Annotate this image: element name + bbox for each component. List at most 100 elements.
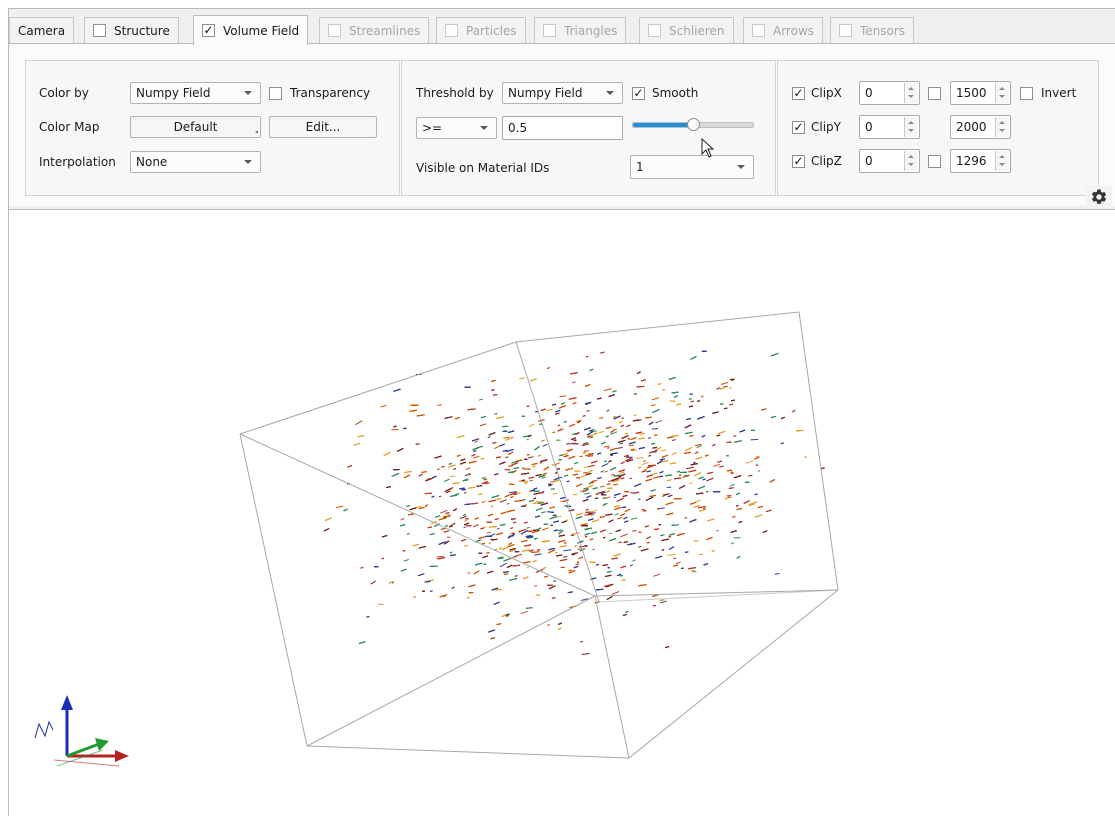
- settings-button[interactable]: [1086, 186, 1112, 208]
- tab-label: Particles: [466, 24, 517, 38]
- clipx-max-checkbox[interactable]: [928, 87, 941, 100]
- clipx-checkbox[interactable]: ✓: [792, 87, 805, 100]
- smooth-checkbox[interactable]: ✓: [632, 87, 645, 100]
- transparency-label: Transparency: [290, 86, 370, 100]
- invert-label: Invert: [1041, 86, 1076, 100]
- tab-camera[interactable]: Camera: [9, 17, 74, 43]
- clipz-max-spinbox[interactable]: 1296: [950, 149, 1011, 173]
- clipy-max-spinbox[interactable]: 2000: [950, 115, 1011, 139]
- tab-label: Tensors: [860, 24, 905, 38]
- spin-arrows[interactable]: [995, 151, 1009, 171]
- interpolation-value: None: [136, 155, 167, 169]
- clipx-min-spinbox[interactable]: 0: [859, 81, 920, 105]
- slider-handle[interactable]: [687, 118, 700, 131]
- color-by-value: Numpy Field: [136, 86, 211, 100]
- tab-label: Triangles: [564, 24, 617, 38]
- material-ids-value: 1: [636, 160, 644, 174]
- clipx-min-value: 0: [865, 86, 873, 100]
- spin-arrows[interactable]: [995, 117, 1009, 137]
- clipz-min-value: 0: [865, 154, 873, 168]
- clipz-checkbox[interactable]: ✓: [792, 155, 805, 168]
- volume-render: [9, 210, 1115, 817]
- clipx-label: ClipX: [811, 86, 842, 100]
- spin-arrows[interactable]: [904, 151, 918, 171]
- render-viewport[interactable]: [9, 209, 1115, 816]
- tab-label: Structure: [114, 24, 170, 38]
- operator-value: >=: [422, 121, 442, 135]
- color-map-value: Default: [174, 120, 218, 134]
- tab-particles[interactable]: Particles: [436, 17, 526, 43]
- tab-volume-field[interactable]: ✓ Volume Field: [193, 15, 308, 45]
- chevron-down-icon: [606, 91, 614, 95]
- spin-arrows[interactable]: [904, 83, 918, 103]
- tab-label: Arrows: [773, 24, 814, 38]
- interpolation-select[interactable]: None: [130, 151, 261, 173]
- color-group: Color by Numpy Field Transparency Color …: [25, 60, 400, 196]
- invert-checkbox[interactable]: [1020, 87, 1033, 100]
- slider-fill: [633, 123, 693, 127]
- dropdown-corner-icon: [255, 131, 258, 134]
- tab-label: Streamlines: [349, 24, 420, 38]
- smooth-label: Smooth: [652, 86, 698, 100]
- threshold-value: 0.5: [508, 121, 527, 135]
- clipx-max-value: 1500: [956, 86, 987, 100]
- clip-group: ✓ ClipX 0 1500 Invert ✓ ClipY 0 2000 ✓ C…: [777, 60, 1099, 196]
- material-ids-select[interactable]: 1: [630, 155, 754, 179]
- threshold-value-input[interactable]: 0.5: [502, 116, 623, 140]
- clipz-min-spinbox[interactable]: 0: [859, 149, 920, 173]
- tab-checkbox[interactable]: [445, 24, 458, 37]
- chevron-down-icon: [480, 126, 488, 130]
- gear-icon: [1090, 188, 1108, 206]
- clipz-max-checkbox[interactable]: [928, 155, 941, 168]
- clipx-max-spinbox[interactable]: 1500: [950, 81, 1011, 105]
- chevron-down-icon: [244, 160, 252, 164]
- tab-bar: Camera Structure ✓ Volume Field Streamli…: [9, 9, 1114, 42]
- tab-checkbox[interactable]: [648, 24, 661, 37]
- tab-streamlines[interactable]: Streamlines: [319, 17, 429, 43]
- clipy-max-value: 2000: [956, 120, 987, 134]
- color-by-select[interactable]: Numpy Field: [130, 82, 261, 104]
- tab-label: Schlieren: [669, 24, 725, 38]
- tab-label: Volume Field: [223, 24, 299, 38]
- mouse-pointer-icon: [701, 138, 717, 160]
- threshold-group: Threshold by Numpy Field ✓ Smooth >= 0.5…: [401, 60, 776, 196]
- tab-checkbox[interactable]: [543, 24, 556, 37]
- threshold-by-label: Threshold by: [416, 86, 494, 100]
- threshold-by-select[interactable]: Numpy Field: [502, 82, 623, 104]
- tab-checkbox[interactable]: [752, 24, 765, 37]
- color-by-label: Color by: [39, 86, 89, 100]
- tab-checkbox[interactable]: [839, 24, 852, 37]
- operator-select[interactable]: >=: [416, 117, 497, 139]
- color-map-button[interactable]: Default: [130, 116, 261, 138]
- clipy-min-value: 0: [865, 120, 873, 134]
- tab-tensors[interactable]: Tensors: [830, 17, 914, 43]
- threshold-by-value: Numpy Field: [508, 86, 583, 100]
- interpolation-label: Interpolation: [39, 155, 116, 169]
- spin-arrows[interactable]: [995, 83, 1009, 103]
- clipz-max-value: 1296: [956, 154, 987, 168]
- clipy-label: ClipY: [811, 120, 841, 134]
- axes-triad-icon: [35, 695, 129, 766]
- threshold-slider[interactable]: [632, 122, 754, 128]
- edit-colormap-button[interactable]: Edit...: [269, 116, 377, 138]
- transparency-checkbox[interactable]: [269, 87, 282, 100]
- tab-structure[interactable]: Structure: [84, 17, 179, 43]
- tab-checkbox[interactable]: [328, 24, 341, 37]
- bounding-box: [240, 312, 838, 758]
- settings-panel: Color by Numpy Field Transparency Color …: [9, 43, 1115, 206]
- material-ids-label: Visible on Material IDs: [416, 161, 549, 175]
- spin-arrows[interactable]: [904, 117, 918, 137]
- tab-arrows[interactable]: Arrows: [743, 17, 823, 43]
- color-map-label: Color Map: [39, 120, 99, 134]
- tab-checkbox[interactable]: ✓: [202, 24, 215, 37]
- chevron-down-icon: [737, 165, 745, 169]
- clipy-checkbox[interactable]: ✓: [792, 121, 805, 134]
- tab-triangles[interactable]: Triangles: [534, 17, 626, 43]
- edit-label: Edit...: [306, 120, 341, 134]
- tab-schlieren[interactable]: Schlieren: [639, 17, 734, 43]
- clipy-min-spinbox[interactable]: 0: [859, 115, 920, 139]
- tab-label: Camera: [18, 24, 65, 38]
- tab-checkbox[interactable]: [93, 24, 106, 37]
- clipz-label: ClipZ: [811, 154, 842, 168]
- volume-points: [324, 351, 825, 654]
